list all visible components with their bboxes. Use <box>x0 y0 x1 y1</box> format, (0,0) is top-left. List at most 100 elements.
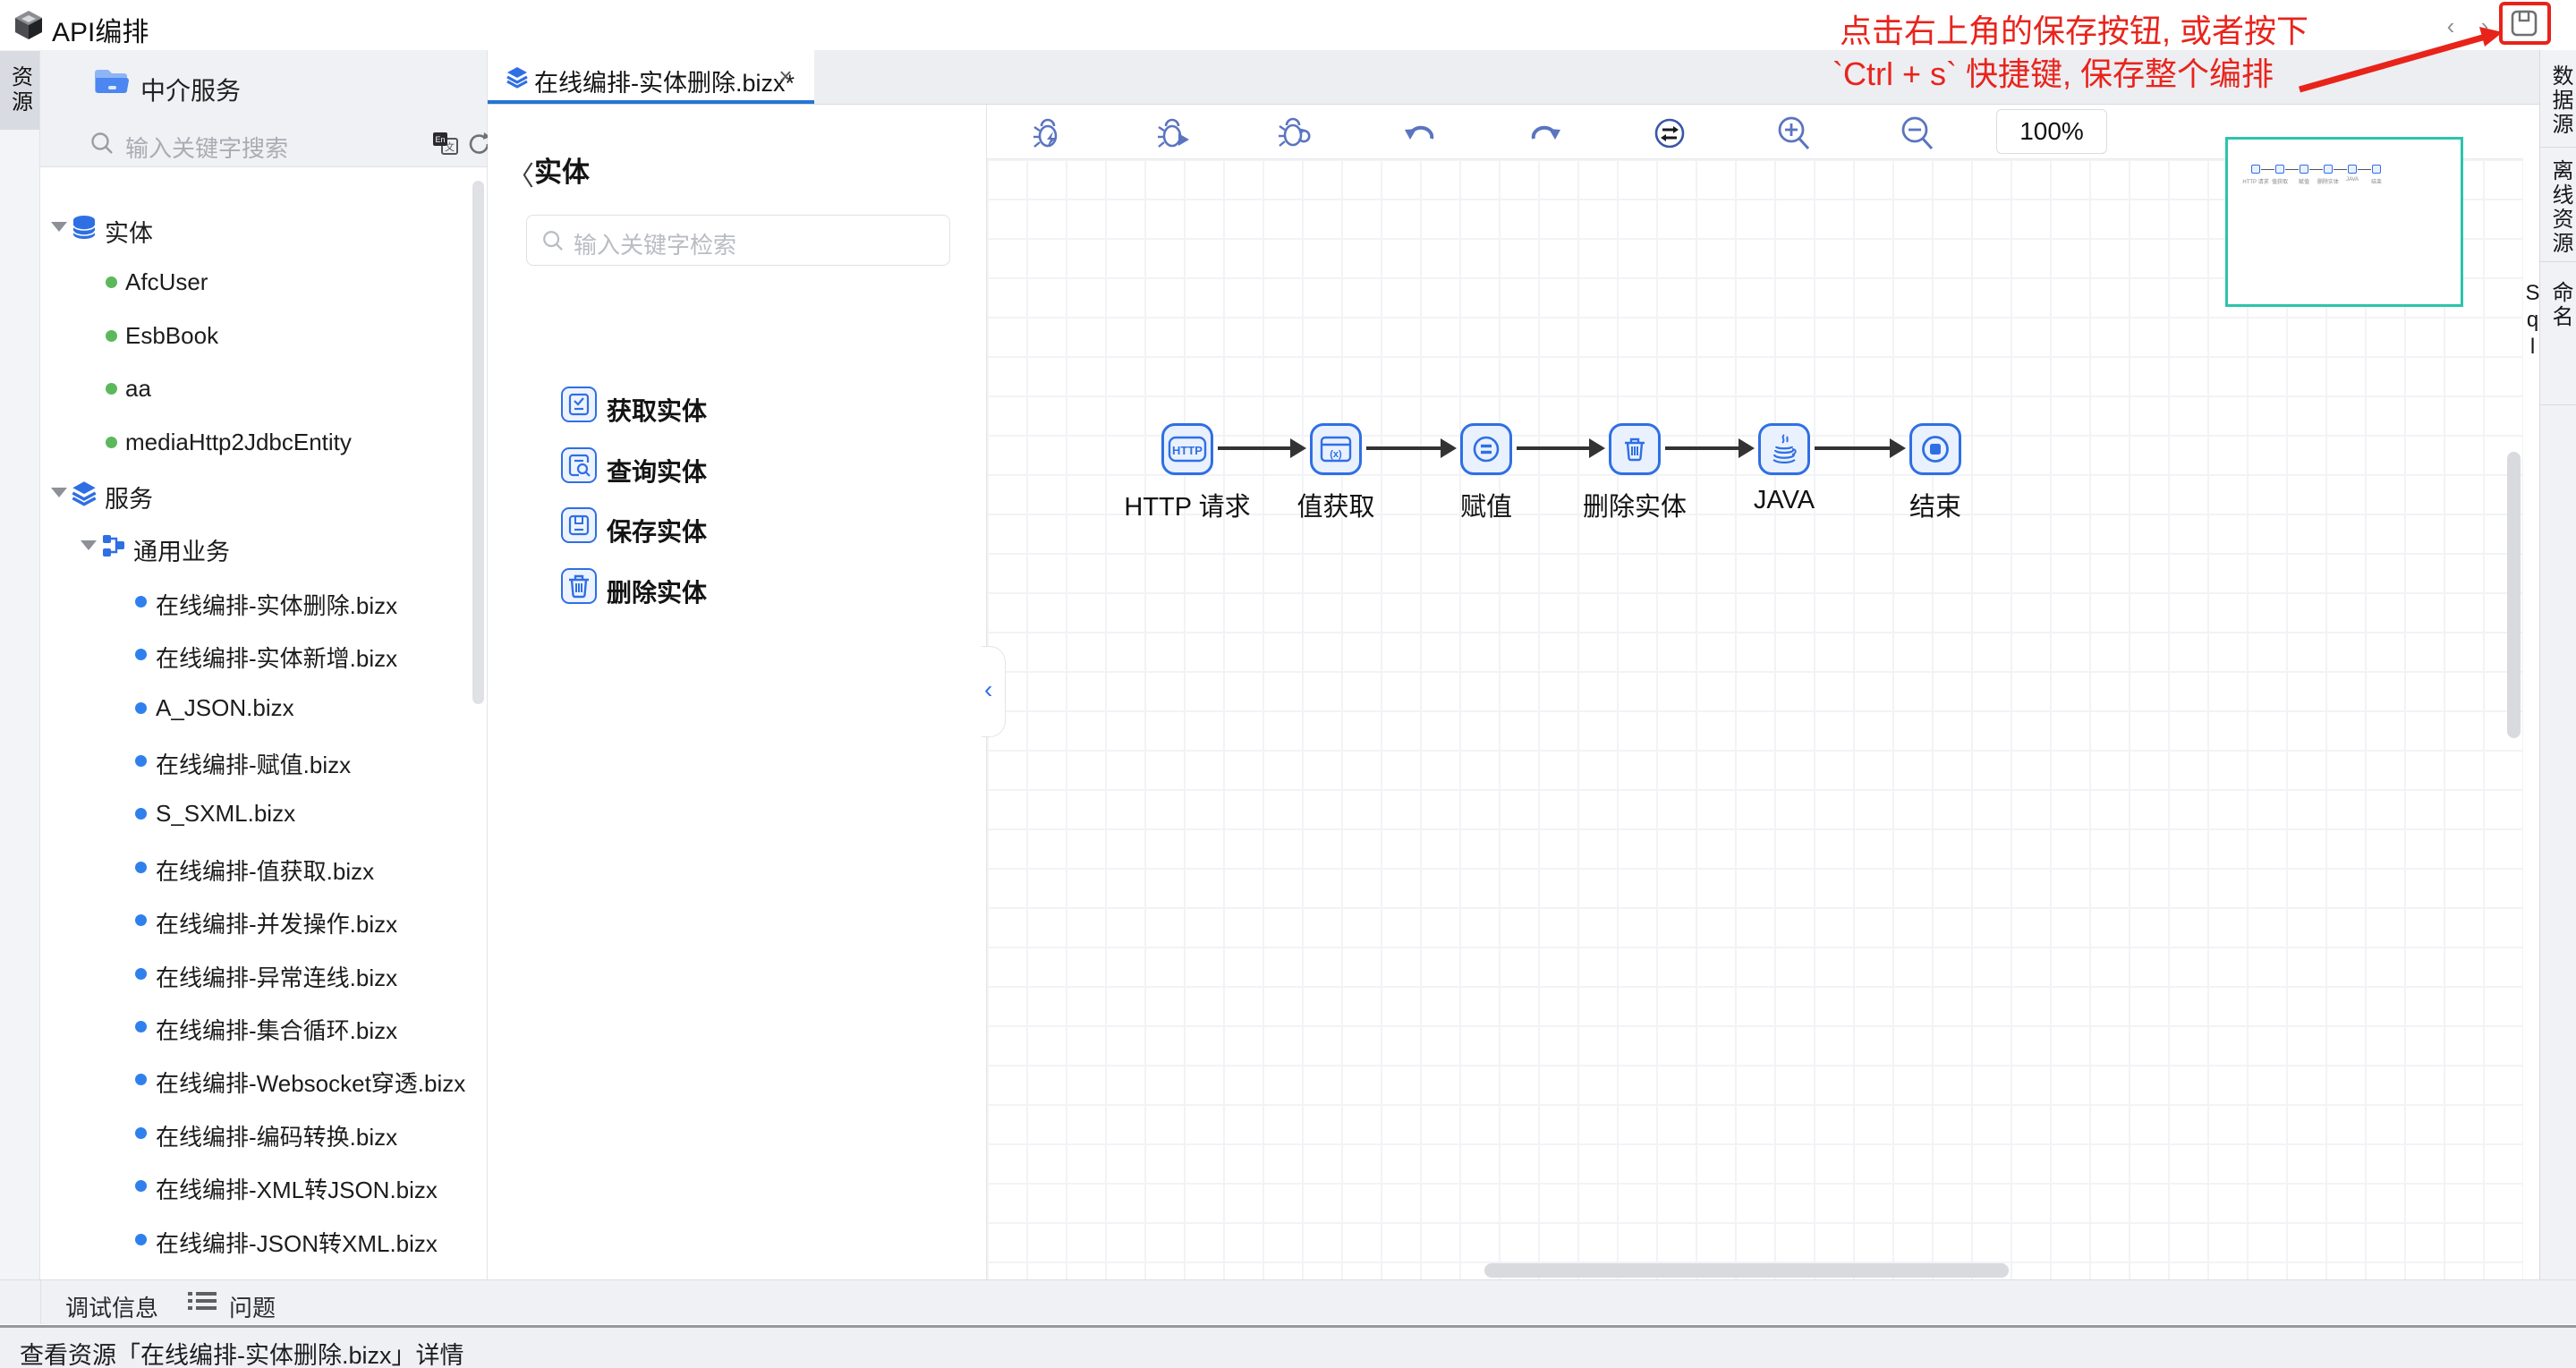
tree-item-row[interactable]: 在线编排-并发操作.bizx <box>40 893 470 946</box>
tree-item-label: AfcUser <box>125 268 208 296</box>
tree-item-label: 在线编排-XML转JSON.bizx <box>156 1172 438 1205</box>
status-text: 查看资源「在线编排-实体删除.bizx」详情 <box>20 1336 464 1368</box>
tab-data-source[interactable]: 数据源 <box>2540 57 2576 143</box>
java-icon <box>1771 434 1798 464</box>
file-dot <box>135 702 147 714</box>
palette-item[interactable]: 查询实体 <box>488 441 953 501</box>
minimap-node-label: 赋值 <box>2299 177 2309 185</box>
entity-dot <box>106 437 117 448</box>
caret-down-icon[interactable] <box>81 540 97 550</box>
tree-item-row[interactable]: 在线编排-JSON转XML.bizx <box>40 1212 470 1265</box>
tab-resources[interactable]: 资源 <box>0 51 39 130</box>
tree-item-row[interactable]: 在线编排-集合循环.bizx <box>40 999 470 1052</box>
tree-item-row[interactable]: S_SXML.bizx <box>40 786 470 839</box>
flow-node-label: 结束 <box>1909 486 1961 523</box>
palette-item[interactable]: 保存实体 <box>488 501 953 561</box>
tree-item-row[interactable]: 在线编排-XML转JSON.bizx <box>40 1159 470 1211</box>
tree-item-row[interactable]: 在线编排-编码转换.bizx <box>40 1106 470 1159</box>
caret-down-icon[interactable] <box>51 488 67 497</box>
debug-step-icon[interactable] <box>1155 114 1194 153</box>
panel-collapse-handle[interactable]: ‹ <box>982 646 1006 737</box>
tree-panel-header: 中介服务 输入关键字搜索 文 En <box>40 50 487 167</box>
database-icon <box>71 214 98 241</box>
tree-item-row[interactable]: aa <box>40 361 470 414</box>
tree-group-row[interactable]: 服务 <box>40 468 470 521</box>
tree-group-row[interactable]: 通用业务 <box>40 521 470 574</box>
minimap-edge <box>2358 169 2371 170</box>
flow-node-6[interactable] <box>1909 423 1961 475</box>
tree-search-input[interactable]: 输入关键字搜索 <box>125 131 288 164</box>
tree-search-row[interactable]: 输入关键字搜索 文 En <box>40 122 487 167</box>
redo-icon[interactable] <box>1525 114 1564 153</box>
flow-node-label: JAVA <box>1754 486 1815 515</box>
tab-active-document[interactable]: 在线编排-实体删除.bizx* × <box>488 50 814 104</box>
file-dot <box>135 1074 147 1085</box>
tree-item-row[interactable]: 在线编排-赋值.bizx <box>40 734 470 786</box>
tree-scrollbar[interactable] <box>472 181 484 704</box>
tree-item-row[interactable]: 在线编排-实体新增.bizx <box>40 627 470 680</box>
tab-close-icon[interactable]: × <box>772 63 799 89</box>
tab-offline-resources[interactable]: 离线资源 <box>2540 157 2576 258</box>
flow-node-1[interactable]: HTTP <box>1161 423 1213 475</box>
flow-node-5[interactable] <box>1758 423 1810 475</box>
caret-down-icon[interactable] <box>51 222 67 232</box>
debug-run-icon[interactable] <box>1030 114 1069 153</box>
tab-label: 在线编排-实体删除.bizx* <box>534 64 795 98</box>
problems-button[interactable]: 问题 <box>229 1290 276 1323</box>
zoom-in-icon[interactable] <box>1774 114 1814 153</box>
minimap-node-label: 删除实体 <box>2317 177 2339 185</box>
annotation-line1: 点击右上角的保存按钮, 或者按下 <box>1840 5 2308 52</box>
minimap-node-label: 结束 <box>2371 177 2382 185</box>
auto-layout-icon[interactable] <box>1650 114 1689 153</box>
tree-group-row[interactable]: 实体 <box>40 202 470 255</box>
palette-search-input[interactable]: 输入关键字检索 <box>574 227 736 260</box>
floppy-icon <box>561 507 597 543</box>
tree-item-label: 在线编排-值获取.bizx <box>156 854 374 887</box>
undo-icon[interactable] <box>1401 114 1441 153</box>
file-dot <box>135 1180 147 1192</box>
palette-item[interactable]: 获取实体 <box>488 380 953 440</box>
tree-group-label: 通用业务 <box>133 532 230 567</box>
debug-info-button[interactable]: 调试信息 <box>65 1290 158 1323</box>
flow-node-label: 删除实体 <box>1583 486 1687 523</box>
canvas-horizontal-scrollbar[interactable] <box>1484 1263 2009 1278</box>
tree-item-row[interactable]: mediaHttp2JdbcEntity <box>40 415 470 468</box>
minimap[interactable]: HTTP 请求值获取赋值删除实体JAVA结束 <box>2225 137 2463 307</box>
bottom-bar: 调试信息 问题 <box>0 1279 2576 1324</box>
tree-item-row[interactable]: AfcUser <box>40 255 470 308</box>
palette-back-chevron[interactable]: 〈 <box>507 154 534 193</box>
debug-restart-icon[interactable] <box>1276 114 1315 153</box>
translate-icon[interactable]: 文 En <box>432 132 459 158</box>
tree-item-row[interactable]: A_JSON.bizx <box>40 681 470 734</box>
tree-item-row[interactable]: 在线编排-实体删除.bizx <box>40 574 470 627</box>
flow-node-3[interactable] <box>1460 423 1512 475</box>
flow-edge-arrowhead <box>1441 438 1457 458</box>
entity-dot <box>106 330 117 342</box>
palette-search-box[interactable]: 输入关键字检索 <box>526 215 950 266</box>
flow-node-4[interactable] <box>1609 423 1661 475</box>
flow-node-label: HTTP 请求 <box>1124 486 1250 523</box>
tree-item-row[interactable]: 在线编排-Websocket穿透.bizx <box>40 1052 470 1105</box>
tree-item-row[interactable]: 在线编排-值获取.bizx <box>40 840 470 893</box>
app-logo-icon <box>13 9 45 41</box>
canvas-grid[interactable]: HTTPHTTP 请求(x)值获取赋值删除实体JAVA结束 <box>987 159 2523 1279</box>
zoom-out-icon[interactable] <box>1898 114 1937 153</box>
tree-item-row[interactable]: 在线编排-异常连线.bizx <box>40 947 470 999</box>
tree-item-row[interactable]: 钉钉接口调用.bizx <box>40 1265 470 1279</box>
end-icon <box>1920 434 1951 464</box>
flow-edge <box>1517 446 1589 450</box>
tab-named-sql[interactable]: 命名Sql <box>2540 281 2576 388</box>
minimap-node-label: JAVA <box>2346 177 2359 183</box>
minimap-edge <box>2334 169 2347 170</box>
divider <box>2540 147 2576 148</box>
canvas-vertical-scrollbar[interactable] <box>2507 452 2521 738</box>
entity-dot <box>106 276 117 288</box>
palette-item[interactable]: 删除实体 <box>488 562 953 622</box>
trash-icon <box>1622 437 1647 462</box>
flow-node-2[interactable]: (x) <box>1310 423 1362 475</box>
file-dot <box>135 1021 147 1032</box>
palette-item-label: 删除实体 <box>607 574 707 609</box>
minimap-node <box>2300 165 2308 174</box>
zoom-level[interactable]: 100% <box>1996 109 2107 154</box>
tree-item-row[interactable]: EsbBook <box>40 309 470 361</box>
